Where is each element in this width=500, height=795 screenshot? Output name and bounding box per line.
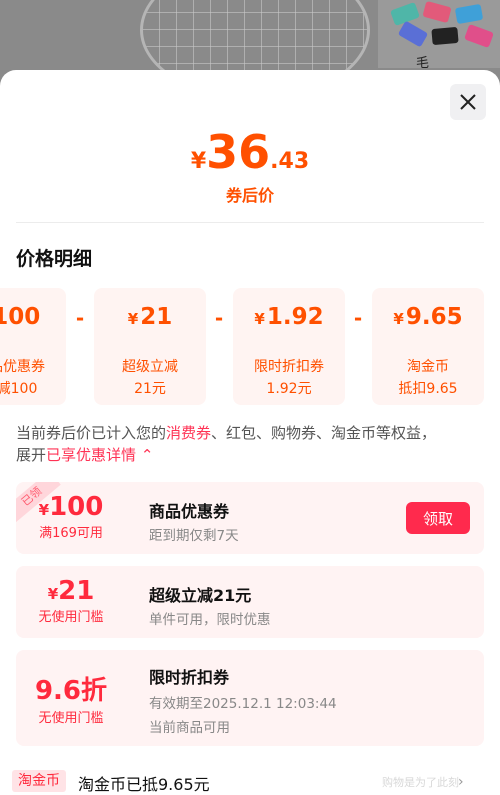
grip-swatch [422,0,452,24]
breakdown-card-coins: ¥9.65 淘金币 抵扣9.65 [372,288,484,405]
coins-badge: 淘金币 [12,770,66,792]
info-text: 当前券后价已计入您的 [16,424,167,442]
breakdown-amount: ¥21 [127,304,173,330]
coupon-sub: 单件可用，限时优惠 [149,612,271,628]
breakdown-name: 商品优惠券 [0,359,45,375]
breakdown-amount: ¥9.65 [393,304,463,330]
info-text: 、红包、购物券、淘金币等权益， [211,424,437,442]
coupon-condition: 满169可用 [39,526,103,541]
breakdown-sub: 1.92元 [266,381,312,397]
info-text: 展开 [16,446,47,464]
breakdown-card-coupon: ¥100 商品优惠券 立减100 [0,288,66,405]
coupon-condition: 无使用门槛 [38,610,104,625]
grip-swatch [397,20,429,48]
claim-button[interactable]: 领取 [406,502,470,534]
breakdown-sub: 抵扣9.65 [398,381,458,397]
breakdown-name: 超级立减 [122,359,178,375]
minus-sign: - [214,306,224,330]
coupon-title: 超级立减21元 [149,586,252,605]
price-breakdown-row[interactable]: ¥100 商品优惠券 立减100 - ¥21 超级立减 21元 - ¥1.92 … [0,288,500,405]
coupon-value: ¥21 无使用门槛 [16,566,126,638]
watermark: 购物是为了此刻 [382,776,459,789]
minus-sign: - [353,306,363,330]
coupon-card-discount[interactable]: 9.6折 无使用门槛 限时折扣券 有效期至2025.12.1 12:03:44 … [16,650,484,746]
thumbnail-caption: 毛 [416,56,430,71]
coupon-title: 限时折扣券 [149,668,230,687]
grip-swatch [464,24,494,48]
coupon-condition: 无使用门槛 [38,711,104,726]
coupon-value: ¥100 满169可用 [16,482,126,554]
benefits-info: 当前券后价已计入您的消费券、红包、购物券、淘金币等权益， 展开已享优惠详情 ⌃ [16,422,484,466]
coupon-value: 9.6折 无使用门槛 [16,650,126,746]
breakdown-amount: ¥1.92 [254,304,324,330]
section-title: 价格明细 [16,248,93,270]
chevron-up-icon: ⌃ [140,446,154,464]
minus-sign: - [75,306,85,330]
chevron-right-icon: › [458,774,464,790]
breakdown-card-super: ¥21 超级立减 21元 [94,288,206,405]
price-currency: ¥ [190,149,207,174]
coupon-card-product[interactable]: 已领 ¥100 满169可用 商品优惠券 距到期仅剩7天 领取 [16,482,484,554]
coupon-sub: 当前商品可用 [149,720,230,736]
divider [16,222,484,223]
price-label: 券后价 [225,186,274,205]
coupon-card-super[interactable]: ¥21 无使用门槛 超级立减21元 单件可用，限时优惠 [16,566,484,638]
grip-swatch [431,26,459,46]
coins-row[interactable]: 淘金币 淘金币已抵9.65元 购物是为了此刻 › [0,770,500,795]
product-thumbnail[interactable]: 毛 [378,0,500,71]
coins-text: 淘金币已抵9.65元 [78,775,210,794]
price-integer: 36 [206,125,271,179]
final-price: ¥36.43 [0,125,500,179]
breakdown-amount: ¥100 [0,304,41,330]
breakdown-sub: 21元 [134,381,166,397]
grip-swatch [454,3,484,25]
consumption-voucher-link[interactable]: 消费券 [166,424,211,442]
close-icon [460,94,476,110]
breakdown-name: 限时折扣券 [254,359,324,375]
coupon-sub: 距到期仅剩7天 [149,528,239,544]
coupon-validity: 有效期至2025.12.1 12:03:44 [149,696,337,712]
coupon-title: 商品优惠券 [149,502,230,521]
benefits-detail-link[interactable]: 已享优惠详情 ⌃ [46,446,153,464]
breakdown-name: 淘金币 [407,359,449,375]
breakdown-sub: 立减100 [0,381,38,397]
close-button[interactable] [450,84,486,120]
breakdown-card-discount: ¥1.92 限时折扣券 1.92元 [233,288,345,405]
price-decimal: .43 [270,149,310,174]
price-detail-sheet: ¥36.43 券后价 价格明细 ¥100 商品优惠券 立减100 - ¥21 超… [0,70,500,795]
